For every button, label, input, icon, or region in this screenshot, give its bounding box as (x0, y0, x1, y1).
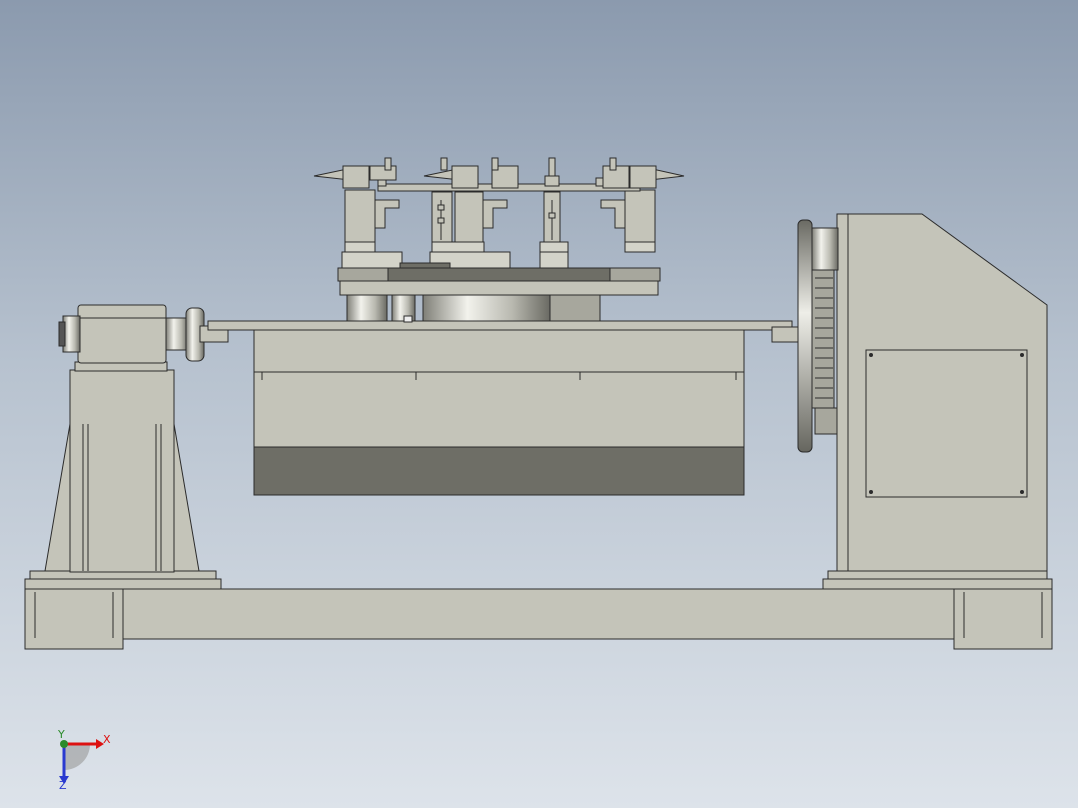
cad-viewport[interactable]: X Y Z (0, 0, 1078, 808)
positioner-assembly-drawing: X Y Z (24, 157, 1053, 792)
rotary-turntable (337, 267, 661, 323)
x-axis-label: X (103, 733, 111, 746)
y-axis-label: Y (57, 728, 65, 741)
coordinate-triad: X Y Z (57, 728, 111, 792)
tilt-table (207, 320, 799, 496)
tailstock-pedestal (24, 304, 229, 590)
y-axis-point (60, 740, 68, 748)
z-axis-label: Z (59, 779, 67, 792)
base-frame (24, 588, 1053, 650)
clamp-fixture (313, 157, 685, 269)
headstock (797, 213, 1053, 590)
